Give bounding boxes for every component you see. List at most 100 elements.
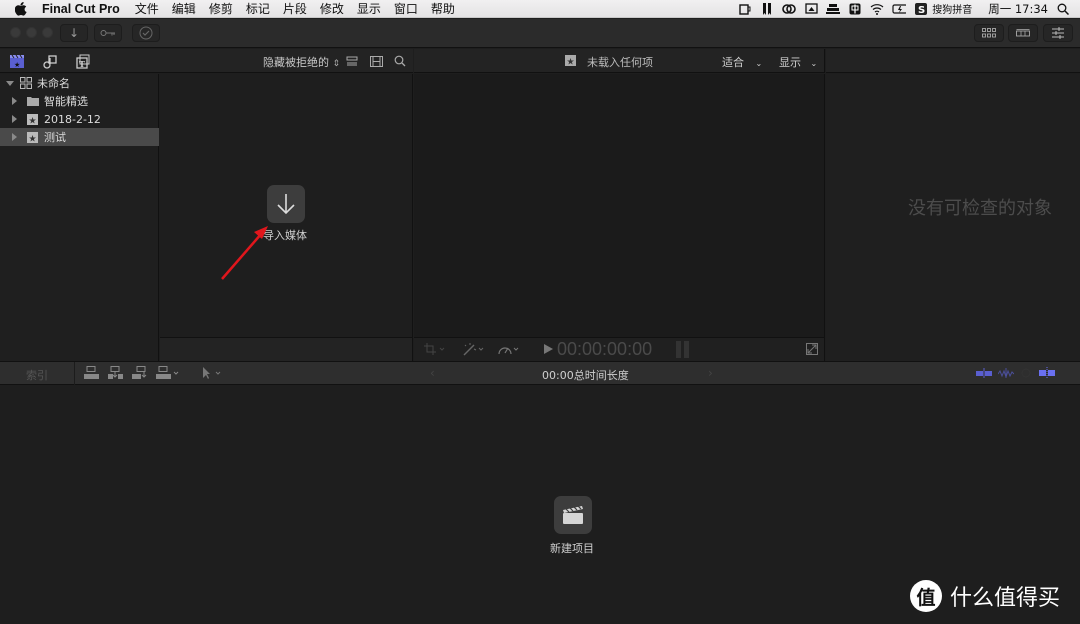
inspector-panel: 没有可检查的对象	[826, 74, 1080, 361]
hide-rejected-filter[interactable]: 隐藏被拒绝的 ⇕	[263, 54, 340, 70]
clapperboard-icon	[563, 505, 583, 524]
input-method-label[interactable]: 搜狗拼音	[932, 1, 972, 16]
crop-tool-button[interactable]	[424, 343, 446, 355]
disclosure-collapsed-icon[interactable]	[12, 115, 17, 123]
import-media-big-button[interactable]	[267, 185, 305, 223]
viewer-footer: 00:00:00:00	[414, 337, 825, 361]
titles-icon: T	[76, 54, 90, 69]
red-annotation-arrow-icon	[221, 226, 268, 280]
input-zhong-icon[interactable]	[848, 3, 862, 15]
library-row[interactable]: 未命名	[0, 74, 159, 92]
timeline-index-button[interactable]: 索引	[26, 367, 48, 383]
timeline-back-button[interactable]: ‹	[430, 366, 435, 380]
timeline-duration: 00:00总时间长度	[542, 369, 629, 382]
browser-header: ★ T 隐藏被拒绝的 ⇕	[0, 49, 413, 73]
library-item-smart-collections[interactable]: 智能精选	[0, 92, 159, 110]
photos-audio-tab[interactable]	[41, 53, 59, 69]
disclosure-collapsed-icon[interactable]	[12, 97, 17, 105]
connect-edit-icon	[84, 366, 99, 379]
menu-file[interactable]: 文件	[135, 0, 159, 17]
menu-edit[interactable]: 编辑	[172, 0, 196, 17]
overwrite-clip-button[interactable]	[156, 366, 182, 380]
view-options-dropdown[interactable]: 显示 ⌄	[779, 54, 817, 70]
viewer-status: 未载入任何项	[587, 56, 653, 69]
filmstrip-view-button[interactable]	[369, 55, 383, 67]
waveform-icon	[998, 368, 1014, 378]
clapper-library-icon: ★	[10, 54, 24, 69]
retime-button[interactable]	[497, 343, 521, 356]
creative-cloud-icon[interactable]	[782, 3, 797, 15]
menu-modify[interactable]: 修改	[320, 0, 344, 17]
cup-tray-icon[interactable]	[738, 3, 752, 15]
airplay-icon[interactable]	[804, 2, 818, 15]
sogou-icon[interactable]: S	[914, 2, 928, 15]
append-clip-button[interactable]	[132, 366, 148, 380]
view-label: 显示	[779, 56, 801, 69]
disclosure-collapsed-icon[interactable]	[12, 133, 17, 141]
background-tasks-button[interactable]	[132, 24, 160, 42]
app-menu[interactable]: Final Cut Pro	[42, 2, 120, 16]
close-window-button[interactable]	[10, 27, 21, 38]
connect-clip-button[interactable]	[84, 366, 100, 380]
menu-help[interactable]: 帮助	[431, 0, 455, 17]
svg-text:T: T	[79, 59, 85, 69]
fit-zoom-dropdown[interactable]: 适合 ⌄	[722, 54, 762, 70]
filter-label: 隐藏被拒绝的	[263, 56, 329, 69]
video-only-toggle[interactable]	[976, 368, 992, 378]
show-browser-button[interactable]	[974, 24, 1004, 42]
filmstrip-icon	[369, 55, 383, 67]
snapping-icon	[1039, 367, 1055, 379]
browser-content: 导入媒体	[160, 74, 413, 337]
zoom-window-button[interactable]	[42, 27, 53, 38]
svg-text:★: ★	[567, 58, 575, 67]
browser-grid-icon	[982, 28, 996, 38]
fullscreen-button[interactable]	[806, 343, 818, 355]
browser-footer	[160, 337, 413, 361]
import-media-button[interactable]: ↓	[60, 24, 88, 42]
timeline-forward-button[interactable]: ›	[708, 366, 713, 380]
menu-clip[interactable]: 片段	[283, 0, 307, 17]
keywords-button[interactable]	[94, 24, 122, 42]
menu-bar: Final Cut Pro 文件 编辑 修剪 标记 片段 修改 显示 窗口 帮助…	[0, 0, 1080, 18]
crop-icon	[424, 343, 445, 355]
battery-icon[interactable]	[892, 3, 907, 15]
clock[interactable]: 周一 17:34	[988, 1, 1048, 17]
clip-appearance-button[interactable]	[345, 55, 359, 67]
browser-search-button[interactable]	[393, 55, 407, 67]
timecode-display[interactable]: 00:00:00:00	[557, 339, 652, 360]
disk-tray-icon[interactable]	[826, 3, 841, 15]
titles-generators-tab[interactable]: T	[74, 53, 92, 69]
wifi-icon[interactable]	[870, 3, 884, 15]
folder-icon	[27, 97, 39, 106]
svg-text:S: S	[918, 5, 925, 15]
minimize-window-button[interactable]	[26, 27, 37, 38]
expand-icon	[806, 343, 818, 355]
show-timeline-button[interactable]	[1008, 24, 1038, 42]
play-button[interactable]	[544, 344, 553, 354]
audio-waveform-toggle[interactable]	[998, 368, 1014, 378]
menu-view[interactable]: 显示	[357, 0, 381, 17]
spotlight-search-icon[interactable]	[1056, 3, 1070, 15]
new-project-button[interactable]	[554, 496, 592, 534]
event-star-icon: ★	[27, 131, 38, 143]
disclosure-expanded-icon[interactable]	[6, 80, 14, 86]
insert-clip-button[interactable]	[108, 366, 124, 380]
watermark-text: 什么值得买	[950, 586, 1061, 611]
menu-trim[interactable]: 修剪	[209, 0, 233, 17]
bookmark-tray-icon[interactable]	[760, 2, 774, 15]
libraries-tab[interactable]: ★	[8, 53, 26, 69]
select-tool-dropdown[interactable]	[202, 366, 224, 380]
watermark: 值 什么值得买	[910, 580, 1060, 612]
library-item-event[interactable]: ★ 2018-2-12	[0, 110, 159, 128]
menu-window[interactable]: 窗口	[394, 0, 418, 17]
overwrite-edit-icon	[156, 366, 179, 379]
snapping-toggle[interactable]	[1039, 367, 1055, 379]
import-arrow-icon: ↓	[68, 26, 80, 40]
menu-mark[interactable]: 标记	[246, 0, 270, 17]
solo-toggle[interactable]	[1020, 368, 1032, 378]
library-item-event-selected[interactable]: ★ 测试	[0, 128, 159, 146]
show-inspector-button[interactable]	[1043, 24, 1073, 42]
apple-menu-icon[interactable]	[14, 1, 28, 16]
library-item-label: 测试	[44, 131, 66, 144]
enhance-tool-button[interactable]	[462, 343, 486, 356]
